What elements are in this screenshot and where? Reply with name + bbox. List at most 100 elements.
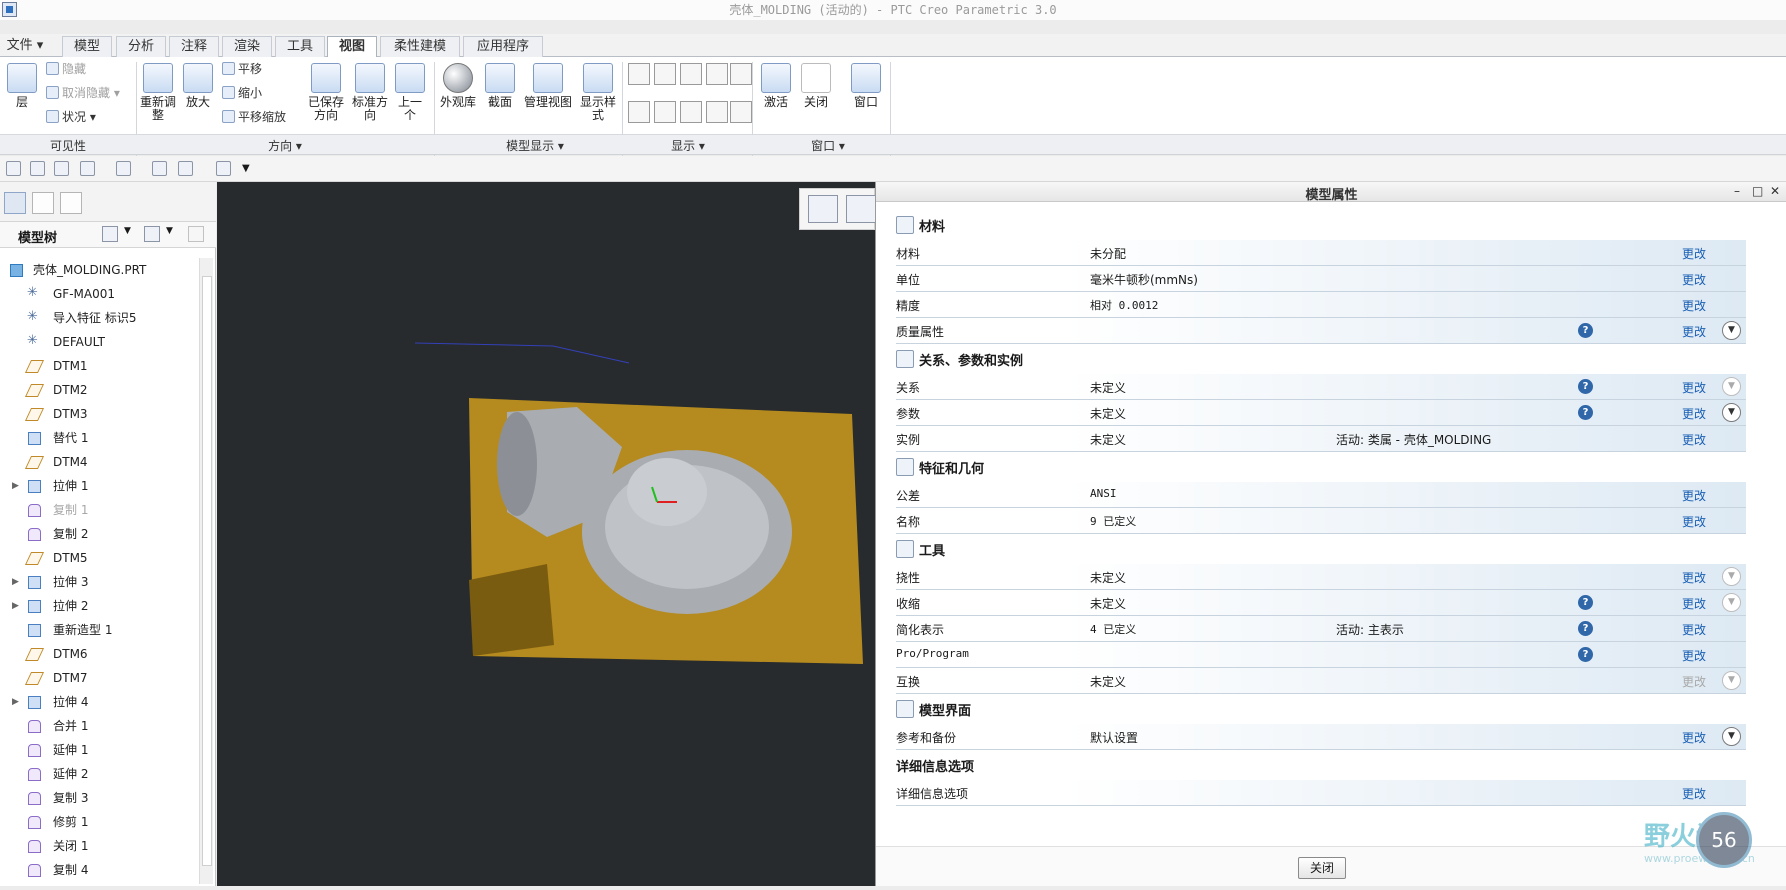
settings-icon[interactable] xyxy=(102,226,118,242)
tree-node[interactable]: 修剪 1 xyxy=(0,810,196,834)
edit-link[interactable]: 更改 xyxy=(1682,595,1706,612)
edit-link[interactable]: 更改 xyxy=(1682,323,1706,340)
edit-link[interactable]: 更改 xyxy=(1682,487,1706,504)
zoom-in-icon[interactable] xyxy=(846,195,876,223)
refit-icon[interactable] xyxy=(808,195,838,223)
tree-node[interactable]: 壳体_MOLDING.PRT xyxy=(0,258,196,282)
help-icon[interactable]: ? xyxy=(1578,595,1593,610)
axis-tag-toggle[interactable] xyxy=(654,101,676,123)
tree-node[interactable]: DTM4 xyxy=(0,450,196,474)
tree-node[interactable]: DTM3 xyxy=(0,402,196,426)
tree-node[interactable]: DTM5 xyxy=(0,546,196,570)
tree-node[interactable]: DTM7 xyxy=(0,666,196,690)
edit-link[interactable]: 更改 xyxy=(1682,729,1706,746)
chevron-down-icon[interactable]: ▼ xyxy=(1722,593,1741,612)
expand-arrow-icon[interactable]: ▶ xyxy=(12,594,19,618)
edit-link[interactable]: 更改 xyxy=(1682,297,1706,314)
tree-node[interactable]: ▶ 拉伸 1 xyxy=(0,474,196,498)
axis-display-toggle[interactable] xyxy=(654,63,676,85)
regenerate-icon[interactable] xyxy=(152,161,167,176)
model-tree-title[interactable]: 模型树 xyxy=(18,227,57,246)
close-window-button[interactable]: 关闭 xyxy=(798,63,834,109)
minimize-icon[interactable]: – xyxy=(1734,184,1740,198)
tree-node[interactable]: 复制 4 xyxy=(0,858,196,882)
previous-view-button[interactable]: 上一个 xyxy=(394,63,426,122)
csys-tag-toggle[interactable] xyxy=(706,101,728,123)
edit-link[interactable]: 更改 xyxy=(1682,513,1706,530)
edit-link[interactable]: 更改 xyxy=(1682,245,1706,262)
activate-button[interactable]: 激活 xyxy=(758,63,794,109)
point-display-toggle[interactable] xyxy=(680,63,702,85)
tree-node[interactable]: 复制 3 xyxy=(0,786,196,810)
edit-link[interactable]: 更改 xyxy=(1682,405,1706,422)
chevron-down-icon[interactable]: ▼ xyxy=(1722,403,1741,422)
edit-link[interactable]: 更改 xyxy=(1682,621,1706,638)
tree-node[interactable]: 重新造型 1 xyxy=(0,618,196,642)
display-style-button[interactable]: 显示样式 xyxy=(578,63,618,122)
csys-display-toggle[interactable] xyxy=(706,63,728,85)
expand-arrow-icon[interactable]: ▶ xyxy=(12,570,19,594)
tab-view[interactable]: 视图 xyxy=(327,36,377,58)
edit-link[interactable]: 更改 xyxy=(1682,647,1706,664)
annotation-display-toggle[interactable] xyxy=(730,101,752,123)
tab-flexible-modeling[interactable]: 柔性建模 xyxy=(380,36,460,57)
tab-applications[interactable]: 应用程序 xyxy=(463,36,543,57)
save-icon[interactable] xyxy=(54,161,69,176)
plane-display-toggle[interactable] xyxy=(628,63,650,85)
edit-link[interactable]: 更改 xyxy=(1682,271,1706,288)
windows-icon[interactable] xyxy=(178,161,193,176)
help-icon[interactable]: ? xyxy=(1578,379,1593,394)
folder-browser-tab[interactable] xyxy=(32,192,54,214)
standard-orientation-button[interactable]: 标准方向 xyxy=(350,63,390,122)
customize-icon[interactable]: ▼ xyxy=(242,161,257,176)
group-model-display-label[interactable]: 模型显示 ▾ xyxy=(480,137,590,154)
model-tree-tab[interactable] xyxy=(4,192,26,214)
tree-node[interactable]: ▶ 拉伸 2 xyxy=(0,594,196,618)
spin-center-toggle[interactable] xyxy=(730,63,752,85)
tab-render[interactable]: 渲染 xyxy=(222,36,272,57)
tree-node[interactable]: 延伸 2 xyxy=(0,762,196,786)
chevron-down-icon[interactable]: ▼ xyxy=(1722,567,1741,586)
hide-button[interactable]: 隐藏 xyxy=(46,60,86,78)
model-view[interactable] xyxy=(217,182,875,886)
help-icon[interactable]: ? xyxy=(1578,405,1593,420)
pan-button[interactable]: 平移 xyxy=(222,60,262,78)
tree-node[interactable]: 合并 1 xyxy=(0,714,196,738)
plane-tag-toggle[interactable] xyxy=(628,101,650,123)
favorites-tab[interactable] xyxy=(60,192,82,214)
edit-link[interactable]: 更改 xyxy=(1682,379,1706,396)
new-icon[interactable] xyxy=(6,161,21,176)
close-button[interactable]: 关闭 xyxy=(1298,857,1346,879)
group-orientation-label[interactable]: 方向 ▾ xyxy=(240,137,330,154)
show-icon[interactable] xyxy=(144,226,160,242)
help-icon[interactable]: ? xyxy=(1578,323,1593,338)
model-tree-scrollbar[interactable] xyxy=(199,258,213,884)
expand-arrow-icon[interactable]: ▶ xyxy=(12,474,19,498)
section-button[interactable]: 截面 xyxy=(482,63,518,109)
chevron-down-icon[interactable]: ▼ xyxy=(1722,671,1741,690)
group-window-label[interactable]: 窗口 ▾ xyxy=(790,137,866,154)
help-icon[interactable]: ? xyxy=(1578,621,1593,636)
tree-node[interactable]: 导入特征 标识5 xyxy=(0,305,196,330)
filter-icon[interactable] xyxy=(188,226,204,242)
tree-node[interactable]: DTM1 xyxy=(0,354,196,378)
maximize-icon[interactable]: □ xyxy=(1752,184,1763,198)
zoom-in-button[interactable]: 放大 xyxy=(180,63,216,109)
close-icon[interactable]: ✕ xyxy=(1770,184,1780,198)
tab-model[interactable]: 模型 xyxy=(62,36,112,57)
tree-node[interactable]: DTM2 xyxy=(0,378,196,402)
edit-link[interactable]: 更改 xyxy=(1682,431,1706,448)
help-icon[interactable]: ? xyxy=(1578,647,1593,662)
graphics-window[interactable] xyxy=(217,182,876,886)
manage-views-button[interactable]: 管理视图 xyxy=(522,63,574,109)
status-button[interactable]: 状况 ▾ xyxy=(46,108,96,126)
tree-node[interactable]: 复制 1 xyxy=(0,498,196,522)
tab-analysis[interactable]: 分析 xyxy=(116,36,166,57)
layer-button[interactable]: 层 xyxy=(4,63,40,109)
saved-orientations-button[interactable]: 已保存方向 xyxy=(306,63,346,122)
chevron-down-icon[interactable]: ▼ xyxy=(1722,321,1741,340)
edit-link[interactable]: 更改 xyxy=(1682,569,1706,586)
pan-zoom-button[interactable]: 平移缩放 xyxy=(222,108,286,126)
scrollbar-thumb[interactable] xyxy=(202,276,212,866)
zoom-out-button[interactable]: 缩小 xyxy=(222,84,262,102)
